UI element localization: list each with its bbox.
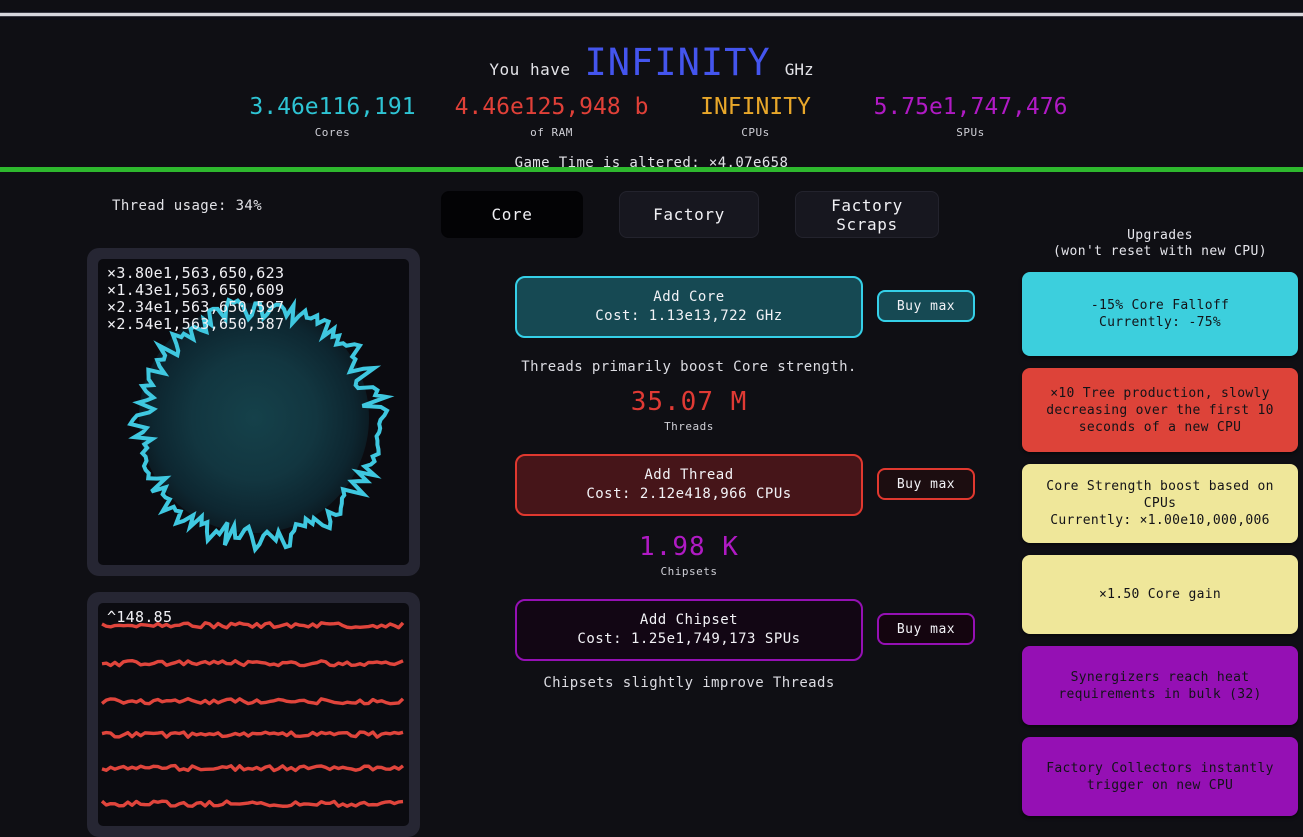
add-chipset-cost: Cost: 1.25e1,749,173 SPUs [577,631,801,647]
stat-spus-label: SPUs [956,126,985,139]
add-thread-title: Add Thread [644,467,734,483]
add-core-button[interactable]: Add Core Cost: 1.13e13,722 GHz [515,276,863,338]
threads-hint: Threads primarily boost Core strength. [521,359,857,375]
buy-max-core-button[interactable]: Buy max [877,290,975,322]
stat-cpus-value: INFINITY [700,94,811,120]
upgrade-card-1-text: ×10 Tree production, slowly decreasing o… [1046,385,1274,435]
upgrade-card-5-text: Factory Collectors instantly trigger on … [1046,760,1274,793]
game-root: You have INFINITY GHz 3.46e116,191 Cores… [0,0,1303,837]
chipsets-hint: Chipsets slightly improve Threads [543,675,835,691]
upgrade-card-4-text: Synergizers reach heat requirements in b… [1058,669,1262,702]
stat-cpus: INFINITY CPUs [656,94,856,139]
upgrade-card-1[interactable]: ×10 Tree production, slowly decreasing o… [1022,368,1298,452]
upgrades-list: -15% Core Falloff Currently: -75% ×10 Tree… [1022,272,1298,828]
add-chipset-button[interactable]: Add Chipset Cost: 1.25e1,749,173 SPUs [515,599,863,661]
header: You have INFINITY GHz 3.46e116,191 Cores… [0,17,1303,171]
tab-factory[interactable]: Factory [619,191,759,238]
have-value: INFINITY [584,41,771,84]
stat-ram-value: 4.46e125,948 b [454,94,649,120]
stat-ram-label: of RAM [530,126,573,139]
have-unit: GHz [784,60,814,79]
add-core-title: Add Core [653,289,725,305]
stat-spus: 5.75e1,747,476 SPUs [856,94,1086,139]
upgrade-card-2[interactable]: Core Strength boost based on CPUs Current… [1022,464,1298,543]
add-core-cost: Cost: 1.13e13,722 GHz [595,308,783,324]
upgrade-card-2-text: Core Strength boost based on CPUs Current… [1046,479,1274,528]
chipsets-label: Chipsets [660,565,718,578]
tab-factory-scraps[interactable]: Factory Scraps [795,191,939,238]
stat-cores: 3.46e116,191 Cores [218,94,448,139]
thread-usage-label: Thread usage: 34% [112,198,263,214]
tab-bar: Core Factory Factory Scraps [441,191,941,238]
tab-core[interactable]: Core [441,191,583,238]
upgrade-card-0-text: -15% Core Falloff Currently: -75% [1090,298,1230,330]
upgrades-heading-line2: (won't reset with new CPU) [1053,244,1267,259]
buy-max-thread-button[interactable]: Buy max [877,468,975,500]
threads-amount: 35.07 M [630,387,748,417]
history-graph-svg [100,621,405,808]
stat-cpus-label: CPUs [741,126,770,139]
threads-label: Threads [664,420,714,433]
stat-spus-value: 5.75e1,747,476 [873,94,1068,120]
history-graph-canvas: ^148.85 [98,603,409,826]
stat-ram: 4.46e125,948 b of RAM [448,94,656,139]
radial-graph-svg [127,297,395,554]
upgrade-card-5[interactable]: Factory Collectors instantly trigger on … [1022,737,1298,816]
buy-max-chipset-button[interactable]: Buy max [877,613,975,645]
upgrade-card-3[interactable]: ×1.50 Core gain [1022,555,1298,634]
chipsets-amount: 1.98 K [639,532,739,562]
tab-core-label: Core [491,205,533,224]
have-label: You have [489,60,571,79]
stat-cores-value: 3.46e116,191 [249,94,416,120]
upgrade-card-0[interactable]: -15% Core Falloff Currently: -75% [1022,272,1298,356]
upgrades-heading: Upgrades (won't reset with new CPU) [1022,228,1298,260]
history-graph-panel: ^148.85 [87,592,420,837]
resource-stats-row: 3.46e116,191 Cores 4.46e125,948 b of RAM… [0,94,1303,139]
tab-factory-scraps-label: Factory Scraps [831,195,903,234]
tab-factory-label: Factory [653,205,725,224]
radial-graph-panel: ×3.80e1,563,650,623 ×1.43e1,563,650,609 … [87,248,420,576]
upgrade-card-3-text: ×1.50 Core gain [1099,587,1221,602]
add-thread-cost: Cost: 2.12e418,966 CPUs [586,486,792,502]
header-divider [0,167,1303,172]
upgrades-heading-line1: Upgrades [1127,228,1193,243]
add-thread-button[interactable]: Add Thread Cost: 2.12e418,966 CPUs [515,454,863,516]
radial-graph-canvas: ×3.80e1,563,650,623 ×1.43e1,563,650,609 … [98,259,409,565]
add-chipset-title: Add Chipset [639,612,739,628]
stat-cores-label: Cores [314,126,351,139]
upgrade-card-4[interactable]: Synergizers reach heat requirements in b… [1022,646,1298,725]
currency-headline: You have INFINITY GHz [0,44,1303,81]
